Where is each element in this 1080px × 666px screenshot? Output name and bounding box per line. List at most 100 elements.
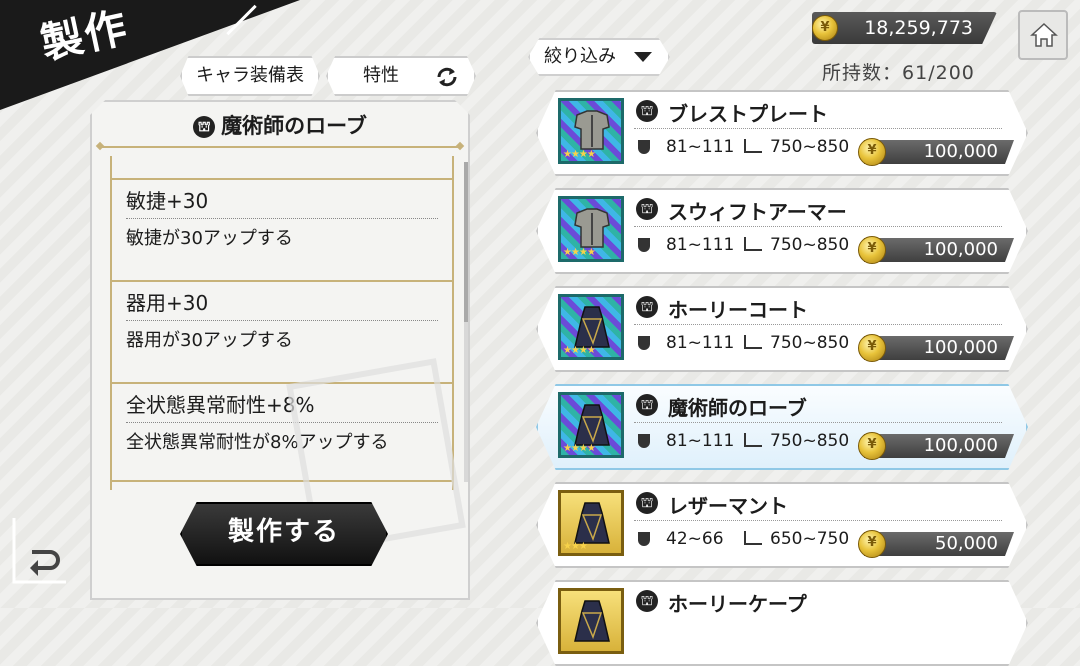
price-display: 100,000 <box>864 140 1014 164</box>
shield-icon <box>638 434 650 448</box>
tab-traits[interactable]: 特性 <box>326 56 476 96</box>
weight-icon <box>744 237 762 251</box>
price-value: 100,000 <box>923 141 998 162</box>
selected-item-name: 魔術師のローブ <box>221 114 367 138</box>
dropdown-icon <box>634 52 652 62</box>
price-display: 100,000 <box>864 434 1014 458</box>
defense-value: 81~111 <box>666 235 735 255</box>
weight-icon <box>744 139 762 153</box>
defense-value: 81~111 <box>666 431 735 451</box>
price-display: 100,000 <box>864 336 1014 360</box>
trait-desc: 器用が30アップする <box>126 330 293 351</box>
weight-value: 750~850 <box>770 333 850 353</box>
weight-icon <box>744 335 762 349</box>
tab-chara-equip-label: キャラ装備表 <box>196 65 304 86</box>
item-thumbnail <box>558 588 624 654</box>
weight-stat: 750~850 <box>744 137 849 157</box>
equipment-row[interactable]: ★★★★ ⛫ 魔術師のローブ 81~111 750~850 100,000 ¥ <box>536 384 1028 470</box>
equip-type-icon: ⛫ <box>636 394 658 416</box>
coin-icon: ¥ <box>858 138 886 166</box>
item-divider <box>634 226 1002 227</box>
trait-item: 敏捷+30 敏捷が30アップする <box>112 178 452 278</box>
owned-label: 所持数 <box>822 62 883 84</box>
chest-armor-icon <box>574 110 610 150</box>
equip-type-icon: ⛫ <box>636 296 658 318</box>
shield-icon <box>638 336 650 350</box>
owned-value: 61/200 <box>902 62 975 84</box>
weight-value: 650~750 <box>770 529 850 549</box>
weight-value: 750~850 <box>770 235 850 255</box>
defense-stat: 81~111 <box>638 137 734 157</box>
owned-count: 所持数：61/200 <box>822 62 975 84</box>
robe-icon <box>574 502 610 544</box>
cycle-icon <box>437 67 457 87</box>
equipment-row[interactable]: ⛫ ホーリーケープ <box>536 580 1028 666</box>
weight-value: 750~850 <box>770 431 850 451</box>
shield-icon <box>638 532 650 546</box>
shield-icon <box>638 238 650 252</box>
trait-desc: 敏捷が30アップする <box>126 228 293 249</box>
robe-icon <box>574 404 610 446</box>
item-name: レザーマント <box>668 494 788 518</box>
chest-armor-icon <box>574 208 610 248</box>
defense-stat: 81~111 <box>638 333 734 353</box>
equipment-row[interactable]: ★★★★ ⛫ ホーリーコート 81~111 750~850 100,000 ¥ <box>536 286 1028 372</box>
coin-icon: ¥ <box>858 334 886 362</box>
back-button[interactable] <box>12 516 68 586</box>
weight-stat: 750~850 <box>744 235 849 255</box>
shield-icon <box>638 140 650 154</box>
trait-name: 器用+30 <box>126 290 438 321</box>
item-thumbnail: ★★★ <box>558 490 624 556</box>
item-name: ホーリーコート <box>668 298 808 322</box>
coin-icon: ¥ <box>812 15 838 41</box>
price-value: 100,000 <box>923 435 998 456</box>
equipment-row[interactable]: ★★★★ ⛫ スウィフトアーマー 81~111 750~850 100,000 … <box>536 188 1028 274</box>
equipment-row[interactable]: ★★★★ ⛫ ブレストプレート 81~111 750~850 100,000 ¥ <box>536 90 1028 176</box>
price-display: 100,000 <box>864 238 1014 262</box>
coin-icon: ¥ <box>858 530 886 558</box>
item-name: ホーリーケープ <box>668 592 807 616</box>
item-thumbnail: ★★★★ <box>558 294 624 360</box>
tab-chara-equip[interactable]: キャラ装備表 <box>180 56 320 96</box>
equip-type-icon: ⛫ <box>636 492 658 514</box>
defense-value: 81~111 <box>666 333 735 353</box>
tab-traits-label: 特性 <box>363 65 399 86</box>
item-thumbnail: ★★★★ <box>558 196 624 262</box>
price-value: 50,000 <box>935 533 998 554</box>
item-divider <box>634 422 1002 423</box>
rarity-stars: ★★★★ <box>563 247 596 258</box>
item-divider <box>634 324 1002 325</box>
rarity-stars: ★★★★ <box>563 149 596 160</box>
scrollbar-thumb[interactable] <box>464 162 468 322</box>
equip-type-icon: ⛫ <box>636 198 658 220</box>
item-name: ブレストプレート <box>668 102 828 126</box>
home-icon <box>1030 22 1058 47</box>
currency-amount: 18,259,773 <box>864 17 973 39</box>
filter-label: 絞り込み <box>544 46 616 67</box>
item-thumbnail: ★★★★ <box>558 392 624 458</box>
coin-icon: ¥ <box>858 432 886 460</box>
defense-stat: 81~111 <box>638 431 734 451</box>
trait-scrollbar[interactable] <box>464 162 468 482</box>
item-divider <box>634 128 1002 129</box>
coin-icon: ¥ <box>858 236 886 264</box>
weight-icon <box>744 433 762 447</box>
back-icon <box>12 518 66 584</box>
weight-icon <box>744 531 762 545</box>
rarity-stars: ★★★ <box>563 541 588 552</box>
weight-stat: 750~850 <box>744 431 849 451</box>
equip-type-icon: ⛫ <box>636 100 658 122</box>
price-display: 50,000 <box>864 532 1014 556</box>
equipment-row[interactable]: ★★★ ⛫ レザーマント 42~66 650~750 50,000 ¥ <box>536 482 1028 568</box>
item-thumbnail: ★★★★ <box>558 98 624 164</box>
item-divider <box>634 520 1002 521</box>
home-button[interactable] <box>1018 10 1068 60</box>
item-name: 魔術師のローブ <box>668 396 807 420</box>
trait-name: 敏捷+30 <box>126 188 438 219</box>
craft-button-label: 製作する <box>227 517 340 547</box>
currency-display: 18,259,773 <box>812 12 997 44</box>
filter-button[interactable]: 絞り込み <box>528 38 670 76</box>
craft-button[interactable]: 製作する <box>180 502 388 566</box>
price-value: 100,000 <box>923 337 998 358</box>
equip-type-icon: ⛫ <box>636 590 658 612</box>
